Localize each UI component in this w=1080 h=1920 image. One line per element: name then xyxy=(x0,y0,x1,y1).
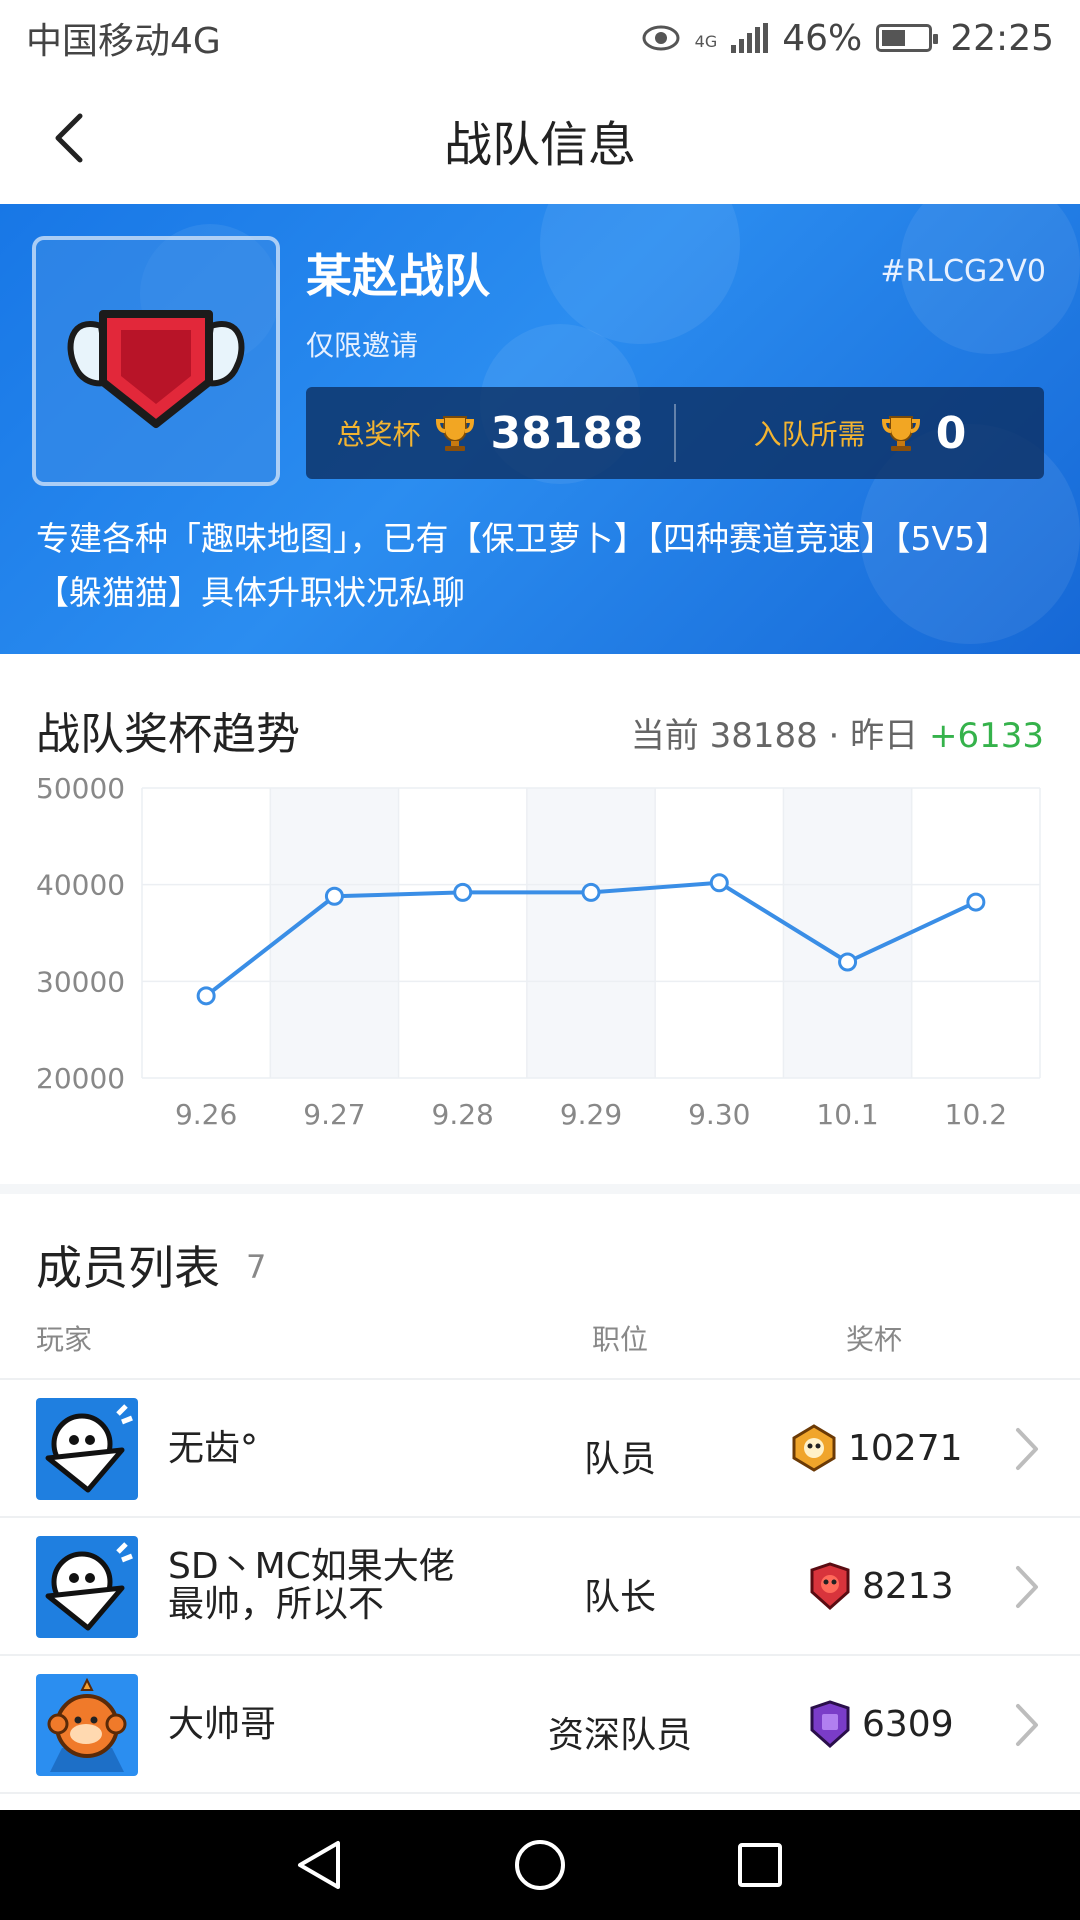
column-role: 职位 xyxy=(592,1323,649,1356)
required-trophies: 入队所需 0 xyxy=(676,408,1044,459)
chart-column-band xyxy=(526,788,656,1078)
trophy-icon xyxy=(436,416,475,451)
clock: 22:25 xyxy=(950,17,1054,59)
current-value: 38188 xyxy=(709,716,818,756)
member-row[interactable]: 无齿° 队员 10271 xyxy=(0,1380,1080,1518)
chart-x-tick-label: 9.29 xyxy=(560,1098,622,1131)
member-trophy-value: 8213 xyxy=(862,1565,954,1607)
member-trophy-value: 6309 xyxy=(862,1703,954,1745)
nav-back-button[interactable] xyxy=(280,1825,360,1905)
chart-y-tick-label: 40000 xyxy=(36,869,125,902)
members-title: 成员列表 xyxy=(36,1241,220,1295)
chart-y-tick-label: 20000 xyxy=(36,1062,125,1095)
circle-home-icon xyxy=(515,1840,565,1890)
trend-summary: 当前 38188 · 昨日 +6133 xyxy=(631,708,1044,757)
total-trophies: 总奖杯 38188 xyxy=(306,408,674,459)
team-name: 某赵战队 xyxy=(306,249,490,303)
trophy-trend-chart: 50000 40000 30000 20000 9.26 9.27 9.28 9.29 9.30… xyxy=(36,772,1041,1131)
nav-home-button[interactable] xyxy=(500,1825,580,1905)
winged-shield-icon xyxy=(67,310,245,428)
rank-badge-red-icon xyxy=(810,1562,850,1610)
trend-title: 战队奖杯趋势 xyxy=(36,709,300,760)
chart-data-point xyxy=(196,986,216,1006)
signal-icon xyxy=(731,23,769,53)
chevron-right-icon xyxy=(1016,1428,1038,1470)
member-trophy-value: 10271 xyxy=(848,1427,963,1469)
chart-y-tick-label: 50000 xyxy=(36,772,125,805)
chart-x-tick-label: 9.30 xyxy=(688,1098,750,1131)
system-nav-bar xyxy=(0,1810,1080,1920)
current-label: 当前 xyxy=(630,716,699,756)
member-name: SD丶MC如果大佬最帅，所以不 xyxy=(168,1546,455,1625)
skull-bandana-avatar-icon xyxy=(36,1398,138,1500)
avatar xyxy=(36,1536,138,1638)
column-player: 玩家 xyxy=(36,1323,93,1356)
member-name: 无齿° xyxy=(168,1428,259,1469)
team-badge xyxy=(32,236,280,486)
required-trophies-value: 0 xyxy=(935,407,967,459)
avatar xyxy=(36,1674,138,1776)
team-tag: #RLCG2V0 xyxy=(880,254,1046,289)
member-row[interactable]: 大帅哥 资深队员 6309 xyxy=(0,1656,1080,1794)
chart-data-point xyxy=(709,873,729,893)
chart-x-tick-label: 9.27 xyxy=(303,1098,365,1131)
rank-badge-purple-icon xyxy=(810,1700,850,1748)
battery-percent: 46% xyxy=(782,17,863,59)
status-bar: 中国移动4G 4G 46% 22:25 xyxy=(0,0,1080,76)
skull-bandana-avatar-icon xyxy=(36,1536,138,1638)
member-role: 队长 xyxy=(583,1577,656,1618)
team-description: 专建各种「趣味地图」，已有【保卫萝卜】【四种赛道竞速】【5V5】【躲猫猫】具体升… xyxy=(36,519,1009,612)
join-type: 仅限邀请 xyxy=(306,329,419,362)
member-list-section: 成员列表 7 玩家 职位 奖杯 无齿° 队员 10271 SD丶MC如果大佬最帅… xyxy=(0,1194,1080,1804)
column-trophies: 奖杯 xyxy=(846,1323,903,1356)
team-stats: 总奖杯 38188 入队所需 0 xyxy=(306,387,1044,479)
required-trophies-label: 入队所需 xyxy=(753,418,866,451)
chart-x-tick-label: 9.28 xyxy=(432,1098,494,1131)
chart-x-tick-label: 9.26 xyxy=(175,1098,237,1131)
total-trophies-value: 38188 xyxy=(490,407,644,459)
summary-separator: · xyxy=(828,716,840,756)
battery-icon xyxy=(876,24,939,52)
chevron-left-icon xyxy=(55,113,83,163)
member-trophies: 10271 xyxy=(790,1424,963,1472)
member-role: 队员 xyxy=(583,1439,656,1480)
trophy-trend-section: 战队奖杯趋势 当前 38188 · 昨日 +6133 50000 40000 300… xyxy=(0,654,1080,1184)
square-recents-icon xyxy=(738,1843,782,1887)
page-title: 战队信息 xyxy=(443,117,636,173)
chart-x-tick-label: 10.1 xyxy=(816,1098,878,1131)
member-row[interactable]: SD丶MC如果大佬最帅，所以不 队长 8213 xyxy=(0,1518,1080,1656)
nav-recents-button[interactable] xyxy=(720,1825,800,1905)
trophy-icon xyxy=(881,416,920,451)
chevron-right-icon xyxy=(1016,1704,1038,1746)
member-trophies: 6309 xyxy=(808,1700,954,1748)
robot-avatar-icon xyxy=(36,1674,138,1776)
members-count: 7 xyxy=(246,1248,267,1286)
carrier-label: 中国移动4G xyxy=(26,21,221,62)
chart-data-point xyxy=(838,952,858,972)
member-name: 大帅哥 xyxy=(168,1704,277,1745)
chart-data-point xyxy=(966,892,986,912)
chevron-right-icon xyxy=(1016,1566,1038,1608)
yesterday-label: 昨日 xyxy=(850,716,919,756)
chart-data-point xyxy=(324,886,344,906)
back-button[interactable] xyxy=(36,106,100,170)
rank-badge-gold-icon xyxy=(792,1424,836,1472)
total-trophies-label: 总奖杯 xyxy=(336,418,421,451)
avatar xyxy=(36,1398,138,1500)
network-type: 4G xyxy=(694,31,718,51)
chart-y-tick-label: 30000 xyxy=(36,965,125,998)
eye-icon xyxy=(642,25,680,51)
triangle-back-icon xyxy=(298,1841,340,1889)
yesterday-delta: +6133 xyxy=(928,716,1044,756)
section-divider xyxy=(0,1184,1080,1194)
status-icons: 4G 46% 22:25 xyxy=(641,18,1054,59)
team-hero: 某赵战队 #RLCG2V0 仅限邀请 总奖杯 38188 入队所需 0 专建各种… xyxy=(0,204,1080,654)
chart-x-tick-label: 10.2 xyxy=(945,1098,1007,1131)
chart-data-point xyxy=(453,882,473,902)
app-header: 战队信息 xyxy=(0,76,1080,204)
member-trophies: 8213 xyxy=(808,1562,954,1610)
chart-data-point xyxy=(581,882,601,902)
member-role: 资深队员 xyxy=(547,1715,692,1756)
